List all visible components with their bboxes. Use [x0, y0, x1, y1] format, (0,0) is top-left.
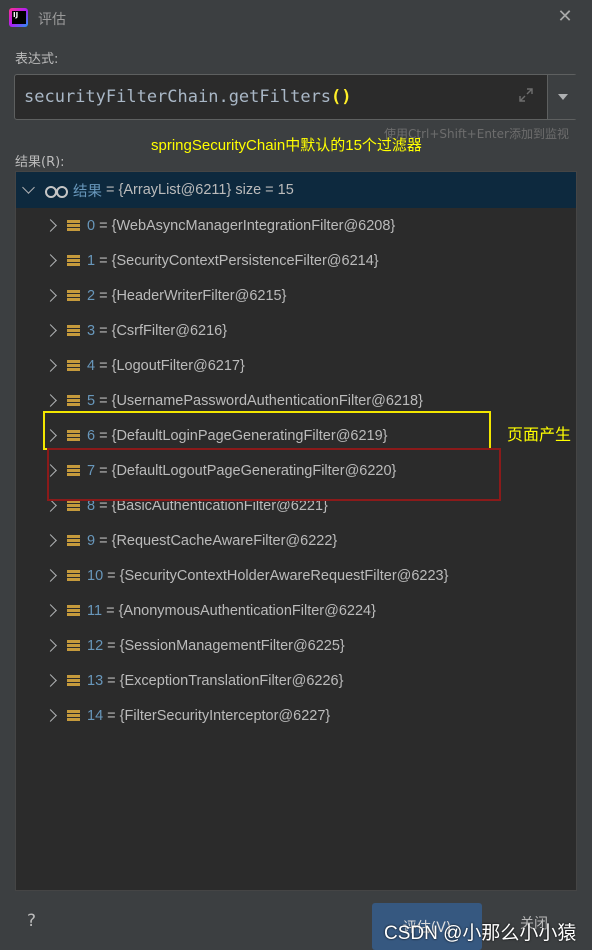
chevron-down-icon[interactable]: [22, 181, 35, 194]
field-icon: [67, 359, 80, 372]
expression-input[interactable]: securityFilterChain.getFilters(): [14, 74, 577, 120]
result-label: 结果(R):: [15, 155, 65, 170]
highlight-box-red: [47, 448, 501, 501]
equals-sign: =: [103, 672, 120, 689]
equals-sign: =: [95, 252, 112, 269]
field-icon: [67, 534, 80, 547]
equals-sign: =: [95, 287, 112, 304]
item-value: {LogoutFilter@6217}: [111, 357, 245, 374]
item-value: {HeaderWriterFilter@6215}: [111, 287, 287, 304]
item-value: {RequestCacheAwareFilter@6222}: [111, 532, 338, 549]
expression-text[interactable]: securityFilterChain.getFilters(): [24, 87, 352, 107]
item-index: 0: [87, 217, 96, 234]
item-index: 9: [87, 532, 96, 549]
item-index: 13: [87, 672, 104, 689]
equals-sign: =: [103, 567, 120, 584]
chevron-right-icon[interactable]: [44, 359, 57, 372]
chevron-right-icon[interactable]: [44, 254, 57, 267]
intellij-logo-icon: [9, 8, 28, 27]
item-index: 12: [87, 637, 104, 654]
root-value: {ArrayList@6211} size = 15: [118, 182, 294, 198]
field-icon: [67, 394, 80, 407]
chevron-right-icon[interactable]: [44, 499, 57, 512]
history-dropdown-button[interactable]: [547, 75, 577, 119]
title-bar: 评估 ✕: [0, 0, 592, 38]
tree-row[interactable]: 11 = {AnonymousAuthenticationFilter@6224…: [16, 593, 576, 628]
field-icon: [67, 604, 80, 617]
equals-sign: =: [103, 707, 120, 724]
tree-row[interactable]: 0 = {WebAsyncManagerIntegrationFilter@62…: [16, 208, 576, 243]
item-index: 10: [87, 567, 104, 584]
tree-row[interactable]: 4 = {LogoutFilter@6217}: [16, 348, 576, 383]
field-icon: [67, 709, 80, 722]
tree-row[interactable]: 1 = {SecurityContextPersistenceFilter@62…: [16, 243, 576, 278]
field-icon: [67, 289, 80, 302]
chevron-right-icon[interactable]: [44, 289, 57, 302]
field-icon: [67, 569, 80, 582]
item-index: 5: [87, 392, 96, 409]
item-index: 14: [87, 707, 104, 724]
chevron-right-icon[interactable]: [44, 604, 57, 617]
tree-root-row[interactable]: 结果 = {ArrayList@6211} size = 15: [16, 172, 576, 208]
chevron-right-icon[interactable]: [44, 569, 57, 582]
item-value: {CsrfFilter@6216}: [111, 322, 228, 339]
field-icon: [67, 324, 80, 337]
item-value: {SecurityContextPersistenceFilter@6214}: [111, 252, 379, 269]
highlight-box-yellow: [43, 411, 491, 450]
field-icon: [67, 499, 80, 512]
item-index: 3: [87, 322, 96, 339]
field-icon: [67, 674, 80, 687]
watch-glasses-icon: [45, 184, 68, 198]
expression-parens: (): [331, 87, 352, 107]
equals-sign: =: [95, 322, 112, 339]
item-value: {ExceptionTranslationFilter@6226}: [119, 672, 344, 689]
equals-sign: =: [102, 602, 119, 619]
chevron-right-icon[interactable]: [44, 639, 57, 652]
item-value: {AnonymousAuthenticationFilter@6224}: [118, 602, 376, 619]
chevron-right-icon[interactable]: [44, 674, 57, 687]
equals-sign: =: [95, 392, 112, 409]
field-icon: [67, 219, 80, 232]
tree-row[interactable]: 3 = {CsrfFilter@6216}: [16, 313, 576, 348]
tree-row[interactable]: 14 = {FilterSecurityInterceptor@6227}: [16, 698, 576, 733]
item-index: 2: [87, 287, 96, 304]
result-tree[interactable]: 结果 = {ArrayList@6211} size = 15 0 = {Web…: [15, 171, 577, 891]
item-index: 4: [87, 357, 96, 374]
item-value: {FilterSecurityInterceptor@6227}: [119, 707, 331, 724]
chevron-right-icon[interactable]: [44, 534, 57, 547]
expression-label: 表达式:: [15, 52, 59, 67]
item-value: {SecurityContextHolderAwareRequestFilter…: [119, 567, 449, 584]
close-icon[interactable]: ✕: [555, 6, 575, 30]
field-icon: [67, 254, 80, 267]
item-value: {UsernamePasswordAuthenticationFilter@62…: [111, 392, 423, 409]
equals-sign: =: [103, 637, 120, 654]
tree-row[interactable]: 10 = {SecurityContextHolderAwareRequestF…: [16, 558, 576, 593]
item-value: {WebAsyncManagerIntegrationFilter@6208}: [111, 217, 396, 234]
chevron-down-icon: [557, 94, 568, 100]
chevron-right-icon[interactable]: [44, 709, 57, 722]
tree-row[interactable]: 13 = {ExceptionTranslationFilter@6226}: [16, 663, 576, 698]
equals-sign: =: [95, 217, 112, 234]
help-button[interactable]: ?: [27, 911, 36, 931]
equals-sign: =: [95, 357, 112, 374]
item-index: 11: [87, 602, 103, 619]
tree-row[interactable]: 2 = {HeaderWriterFilter@6215}: [16, 278, 576, 313]
tree-row[interactable]: 12 = {SessionManagementFilter@6225}: [16, 628, 576, 663]
expand-icon[interactable]: [518, 87, 536, 105]
item-value: {SessionManagementFilter@6225}: [119, 637, 345, 654]
watermark: CSDN @小那么小小猿: [384, 923, 577, 944]
tree-row[interactable]: 9 = {RequestCacheAwareFilter@6222}: [16, 523, 576, 558]
annotation-top: springSecurityChain中默认的15个过滤器: [151, 137, 422, 154]
chevron-right-icon[interactable]: [44, 219, 57, 232]
equals-sign: =: [95, 532, 112, 549]
expression-value: securityFilterChain.getFilters: [24, 87, 332, 107]
annotation-side: 页面产生: [507, 427, 572, 444]
equals-sign: =: [102, 182, 119, 198]
field-icon: [67, 639, 80, 652]
chevron-right-icon[interactable]: [44, 394, 57, 407]
window-title: 评估: [38, 12, 66, 28]
chevron-right-icon[interactable]: [44, 324, 57, 337]
item-index: 1: [87, 252, 96, 269]
root-name: 结果: [73, 183, 102, 200]
